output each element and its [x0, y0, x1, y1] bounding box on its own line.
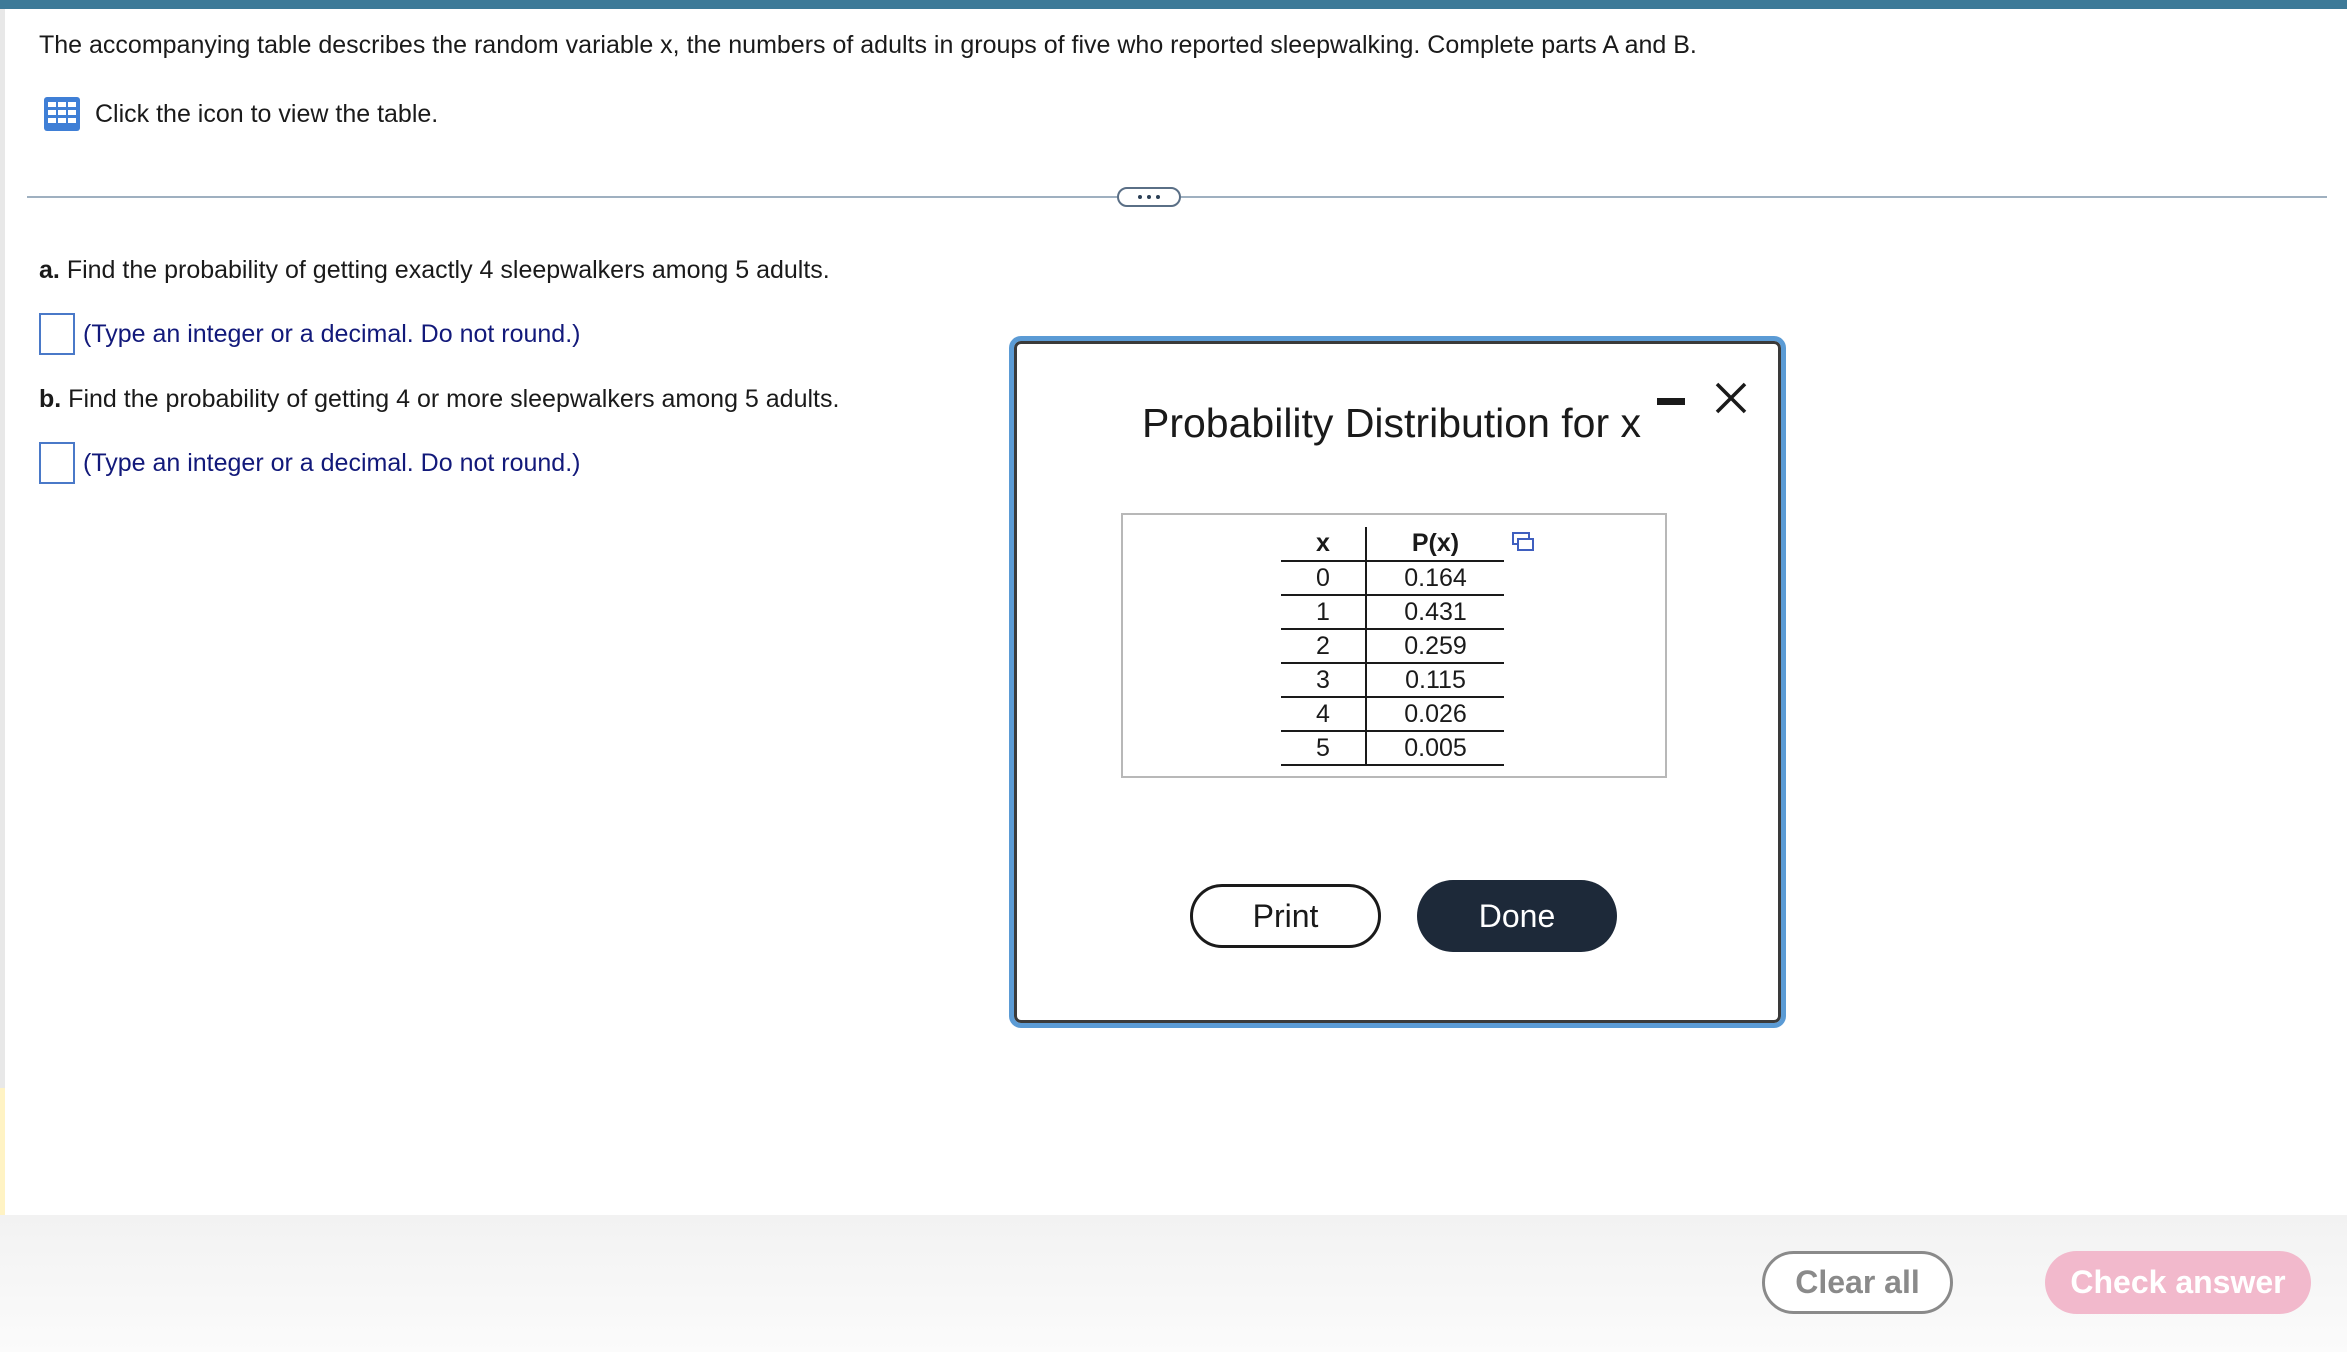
cell-x: 3 [1281, 663, 1367, 697]
answer-input-b[interactable] [39, 442, 75, 484]
table-row: 2 0.259 [1281, 629, 1504, 663]
answer-input-a[interactable] [39, 313, 75, 355]
header-px: P(x) [1411, 529, 1460, 557]
ellipsis-dot-icon [1156, 195, 1160, 199]
question-b-label: b. [39, 385, 62, 413]
expand-more-button[interactable] [1117, 187, 1181, 207]
question-intro: The accompanying table describes the ran… [39, 31, 1697, 59]
table-row: 5 0.005 [1281, 731, 1504, 765]
question-b-text: Find the probability of getting 4 or mor… [68, 385, 840, 413]
cell-x: 2 [1281, 629, 1367, 663]
question-a-label: a. [39, 256, 60, 284]
probability-table-modal: Probability Distribution for x x P(x) 0 … [1009, 336, 1786, 1028]
footer-bar [0, 1215, 2347, 1352]
minimize-icon[interactable] [1657, 398, 1685, 408]
cell-px: 0.259 [1404, 631, 1467, 660]
check-answer-button[interactable]: Check answer [2045, 1251, 2311, 1314]
cell-px: 0.005 [1404, 733, 1467, 762]
cell-x: 5 [1281, 731, 1367, 765]
ellipsis-dot-icon [1147, 195, 1151, 199]
distribution-table: x P(x) 0 0.164 1 0.431 2 0.259 3 0.115 4… [1281, 527, 1504, 766]
table-row: 3 0.115 [1281, 663, 1504, 697]
modal-title: Probability Distribution for x [1142, 400, 1642, 446]
close-icon[interactable] [1711, 378, 1751, 418]
answer-row-b: (Type an integer or a decimal. Do not ro… [39, 442, 581, 484]
left-edge-highlight [0, 1088, 5, 1215]
ellipsis-dot-icon [1138, 195, 1142, 199]
distribution-table-frame: x P(x) 0 0.164 1 0.431 2 0.259 3 0.115 4… [1121, 513, 1667, 778]
table-row: 1 0.431 [1281, 595, 1504, 629]
cell-px: 0.026 [1404, 699, 1467, 728]
cell-px: 0.431 [1404, 597, 1467, 626]
top-accent-bar [0, 0, 2347, 9]
view-table-text[interactable]: Click the icon to view the table. [95, 100, 438, 129]
clear-all-button[interactable]: Clear all [1762, 1251, 1953, 1314]
cell-x: 0 [1281, 561, 1367, 595]
table-header-row: x P(x) [1281, 527, 1504, 561]
answer-hint-b: (Type an integer or a decimal. Do not ro… [83, 448, 581, 477]
header-x: x [1281, 527, 1367, 561]
question-a: a. Find the probability of getting exact… [39, 256, 830, 285]
question-b: b. Find the probability of getting 4 or … [39, 385, 839, 414]
table-row: 4 0.026 [1281, 697, 1504, 731]
view-table-link[interactable]: Click the icon to view the table. [43, 96, 438, 132]
answer-hint-a: (Type an integer or a decimal. Do not ro… [83, 319, 581, 348]
cell-x: 4 [1281, 697, 1367, 731]
done-button[interactable]: Done [1417, 880, 1617, 952]
question-a-text: Find the probability of getting exactly … [66, 256, 830, 284]
table-grid-icon[interactable] [43, 96, 81, 132]
print-button[interactable]: Print [1190, 884, 1381, 948]
cell-px: 0.164 [1404, 563, 1467, 592]
copy-table-icon[interactable] [1511, 531, 1535, 553]
table-row: 0 0.164 [1281, 561, 1504, 595]
cell-x: 1 [1281, 595, 1367, 629]
left-edge-strip [0, 9, 5, 1215]
answer-row-a: (Type an integer or a decimal. Do not ro… [39, 313, 581, 355]
cell-px: 0.115 [1405, 665, 1466, 694]
